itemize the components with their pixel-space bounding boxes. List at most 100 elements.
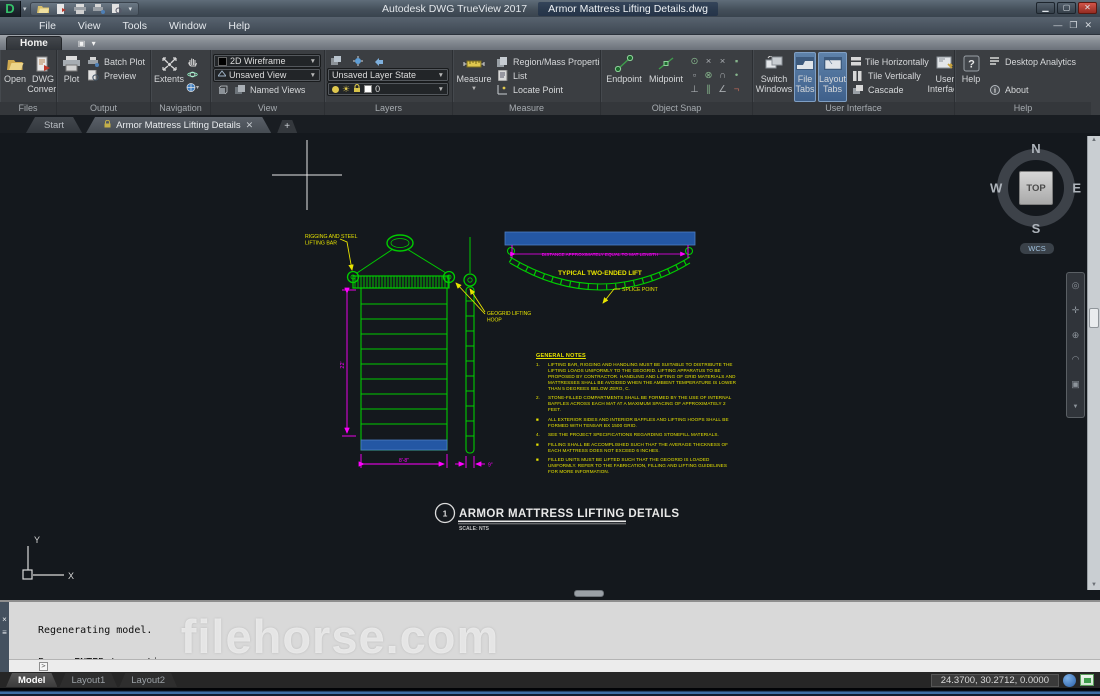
viewcube-south[interactable]: S (1032, 221, 1041, 236)
switch-windows-button[interactable]: Switch Windows (756, 52, 792, 102)
region-mass-properties-button[interactable]: Region/Mass Properties (494, 55, 600, 68)
zoom-extents-button[interactable]: Extents (154, 52, 184, 102)
layer-state-combo[interactable]: Unsaved Layer State ▼ (328, 69, 448, 81)
navigation-bar[interactable]: ◎ ✛ ⊕ ◠ ▣ ▼ (1066, 272, 1085, 418)
tab-model[interactable]: Model (6, 673, 57, 687)
layout-tabs-toggle-button[interactable]: Layout Tabs (818, 52, 847, 102)
close-button[interactable]: ✕ (1078, 2, 1097, 14)
about-button[interactable]: i About (986, 83, 1082, 96)
hardware-acceleration-icon[interactable] (1080, 674, 1094, 686)
batch-plot-button[interactable]: Batch Plot (85, 55, 147, 68)
viewcube-north[interactable]: N (1031, 141, 1040, 156)
pan-icon[interactable]: ✛ (1072, 305, 1080, 316)
tab-layout2[interactable]: Layout2 (119, 673, 177, 687)
endpoint-snap-button[interactable]: Endpoint (604, 52, 644, 102)
layer-prev-icon[interactable] (372, 55, 385, 67)
osnap-point-icon[interactable]: • (730, 69, 743, 82)
menu-tools[interactable]: Tools (112, 18, 159, 34)
orbit-icon[interactable]: ◠ (1072, 354, 1080, 365)
osnap-nearest-icon[interactable]: ∠ (716, 83, 729, 96)
command-input-row[interactable]: > (9, 659, 1100, 672)
viewcube-west[interactable]: W (990, 181, 1002, 196)
layer-combo[interactable]: ☀ 0 ▼ (328, 83, 448, 95)
horizontal-scrollbar-thumb[interactable] (574, 590, 604, 597)
full-navigation-wheel-icon[interactable]: ◎ (1072, 280, 1080, 291)
steering-wheel-icon[interactable]: ▾ (186, 81, 199, 93)
visual-style-combo[interactable]: 2D Wireframe ▼ (214, 55, 320, 67)
open-icon[interactable] (37, 4, 49, 14)
file-tabs-toggle-button[interactable]: File Tabs (794, 52, 816, 102)
osnap-node-icon[interactable]: × (702, 55, 715, 68)
file-tab-active[interactable]: Armor Mattress Lifting Details ✕ (86, 117, 271, 133)
measure-button[interactable]: Measure ▼ (456, 52, 492, 102)
osnap-intersection-icon[interactable]: ⊗ (702, 69, 715, 82)
open-button[interactable]: Open (3, 52, 27, 102)
annotation-monitor-icon[interactable] (1063, 674, 1076, 687)
layer-state-save-icon[interactable] (330, 55, 343, 67)
menu-file[interactable]: File (28, 18, 67, 34)
scroll-up-icon[interactable]: ▲ (1091, 136, 1097, 145)
menu-help[interactable]: Help (217, 18, 261, 34)
list-button[interactable]: List (494, 69, 600, 82)
maximize-button[interactable]: ▢ (1057, 2, 1076, 14)
pan-icon[interactable] (186, 55, 199, 67)
tile-vertically-button[interactable]: Tile Vertically (849, 69, 925, 82)
menu-view[interactable]: View (67, 18, 112, 34)
application-menu-button[interactable]: D (0, 1, 21, 17)
viewcube[interactable]: N E S W TOP (992, 144, 1080, 232)
doc-restore-button[interactable]: ❐ (1069, 20, 1077, 31)
osnap-settings-icon[interactable]: ¬ (730, 83, 743, 96)
qat-customize-caret-icon[interactable]: ▾ (129, 5, 133, 13)
vertical-scrollbar-thumb[interactable] (1089, 308, 1099, 328)
osnap-parallel-icon[interactable]: ∥ (702, 83, 715, 96)
dwg-convert-button[interactable]: DWG Convert (29, 52, 56, 102)
user-interface-button[interactable]: User Interface (927, 52, 954, 102)
layer-isolate-icon[interactable] (351, 55, 364, 67)
osnap-tangent-icon[interactable]: ∩ (716, 69, 729, 82)
orbit-icon[interactable] (186, 68, 199, 80)
command-line-window[interactable]: × ≡ Regenerating model. Press ENTER to c… (0, 600, 1100, 672)
new-tab-button[interactable]: + (277, 120, 297, 133)
file-tab-start[interactable]: Start (26, 117, 82, 133)
drawing-area[interactable]: 22' 8'-8" 9" RIGGING AND STEEL LIFTING B… (0, 133, 1100, 600)
preview-button[interactable]: Preview (85, 69, 147, 82)
tab-layout1[interactable]: Layout1 (59, 673, 117, 687)
tab-close-icon[interactable]: ✕ (246, 120, 254, 131)
vertical-scrollbar[interactable]: ▲ ▼ (1087, 136, 1100, 590)
help-button[interactable]: ? Help (958, 52, 984, 102)
showmotion-icon[interactable]: ▣ (1071, 379, 1080, 390)
preview-icon[interactable] (112, 4, 122, 14)
zoom-icon[interactable]: ⊕ (1072, 330, 1080, 341)
dim-side-text: 9" (488, 463, 493, 469)
midpoint-snap-button[interactable]: Midpoint (646, 52, 686, 102)
navbar-caret-icon[interactable]: ▼ (1073, 404, 1079, 410)
scroll-down-icon[interactable]: ▼ (1091, 581, 1097, 590)
tab-home[interactable]: Home (6, 36, 62, 50)
tile-horizontally-button[interactable]: Tile Horizontally (849, 55, 925, 68)
plot-icon[interactable] (74, 4, 86, 14)
viewcube-east[interactable]: E (1072, 181, 1081, 196)
menu-window[interactable]: Window (158, 18, 217, 34)
doc-close-button[interactable]: ✕ (1084, 20, 1092, 31)
named-views-button[interactable]: Named Views (214, 83, 320, 96)
command-settings-icon[interactable]: ≡ (0, 627, 9, 640)
plot-button[interactable]: Plot (60, 52, 83, 102)
viewcube-wcs-menu[interactable]: WCS (1020, 243, 1054, 254)
osnap-quadrant-icon[interactable]: × (716, 55, 729, 68)
desktop-analytics-button[interactable]: Desktop Analytics (986, 55, 1082, 68)
view-combo[interactable]: Unsaved View ▼ (214, 69, 320, 81)
ribbon-display-toggle-icon[interactable]: ▣ ▾ (78, 39, 98, 48)
locate-point-button[interactable]: Locate Point (494, 83, 600, 96)
command-close-icon[interactable]: × (0, 614, 9, 627)
doc-minimize-button[interactable]: — (1053, 20, 1062, 31)
page-setup-icon[interactable] (93, 4, 105, 14)
minimize-button[interactable]: ▁ (1036, 2, 1055, 14)
osnap-center-icon[interactable]: ⊙ (688, 55, 701, 68)
dwg-convert-icon[interactable] (56, 4, 67, 14)
osnap-box-icon[interactable]: ▫ (688, 69, 701, 82)
osnap-perpendicular-icon[interactable]: ⊥ (688, 83, 701, 96)
viewcube-top-face[interactable]: TOP (1019, 171, 1053, 205)
cascade-button[interactable]: Cascade (849, 83, 925, 96)
osnap-insertion-icon[interactable]: ▪ (730, 55, 743, 68)
application-menu-caret-icon[interactable]: ▾ (23, 5, 27, 13)
